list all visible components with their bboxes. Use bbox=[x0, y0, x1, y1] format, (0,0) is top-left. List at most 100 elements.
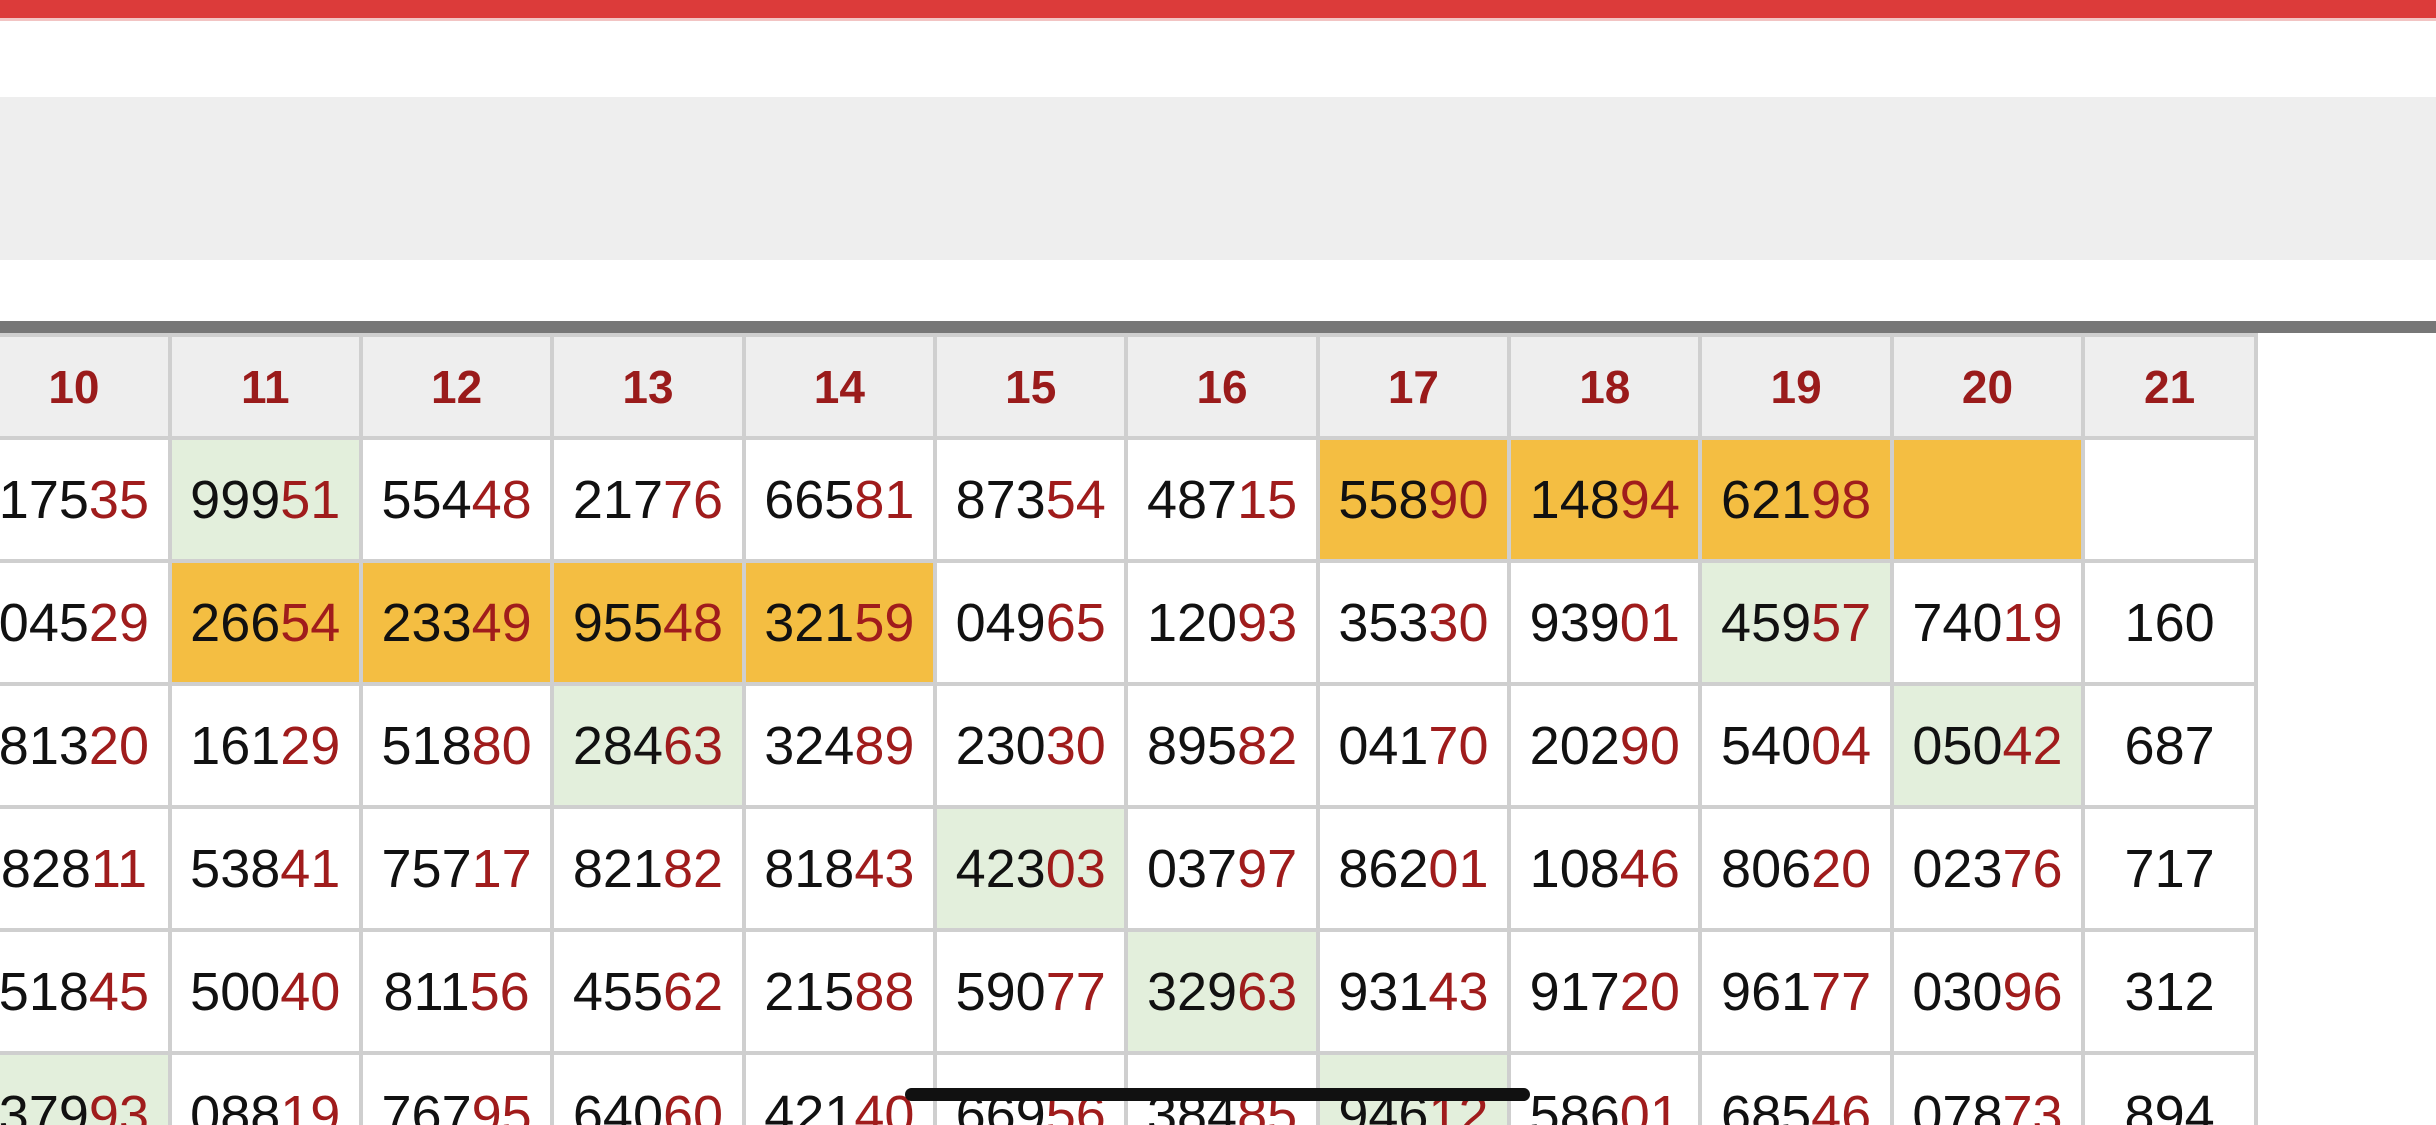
number-leading-digits: 037 bbox=[1146, 838, 1238, 899]
number-cell: 64060 bbox=[550, 1051, 746, 1125]
number-leading-digits: 284 bbox=[572, 715, 663, 776]
number-leading-digits: 050 bbox=[1912, 715, 2003, 776]
number-cell: 53841 bbox=[167, 805, 363, 932]
number-cell: 76795 bbox=[358, 1051, 555, 1125]
number-ending-digits: 11 bbox=[90, 838, 147, 899]
column-header: 11 bbox=[167, 333, 363, 440]
number-cell: 59077 bbox=[933, 928, 1129, 1055]
column-header: 17 bbox=[1315, 333, 1512, 440]
number-cell: 160 bbox=[2081, 559, 2258, 686]
number-ending-digits: 56 bbox=[469, 961, 530, 1022]
number-leading-digits: 487 bbox=[1146, 469, 1238, 530]
number-ending-digits: 03 bbox=[1045, 838, 1106, 899]
number-ending-digits: 19 bbox=[2002, 592, 2063, 653]
number-leading-digits: 353 bbox=[1338, 592, 1429, 653]
number-cell: 03096 bbox=[1889, 928, 2086, 1055]
table-row: 4045292665423349955483215904965120933533… bbox=[0, 559, 2258, 686]
number-cell: 23349 bbox=[358, 559, 555, 686]
number-ending-digits: 82 bbox=[1237, 715, 1298, 776]
number-leading-digits: 621 bbox=[1721, 469, 1812, 530]
number-ending-digits: 63 bbox=[662, 715, 724, 776]
top-accent-line bbox=[0, 18, 2436, 21]
number-ending-digits: 46 bbox=[1619, 838, 1680, 899]
column-header: 18 bbox=[1507, 333, 1703, 440]
number-cell: 58601 bbox=[1507, 1051, 1703, 1125]
number-leading-digits: 088 bbox=[190, 1084, 281, 1125]
number-leading-digits: 030 bbox=[1912, 961, 2003, 1022]
number-leading-digits: 518 bbox=[0, 961, 89, 1022]
number-ending-digits: 04 bbox=[1811, 715, 1872, 776]
results-table-viewport[interactable]: 101112131415161718192021 317535999515544… bbox=[0, 333, 2436, 1125]
number-cell: 21588 bbox=[741, 928, 938, 1055]
number-cell: 07873 bbox=[1889, 1051, 2086, 1125]
column-header: 13 bbox=[550, 333, 746, 440]
number-cell: 717 bbox=[2081, 805, 2258, 932]
number-ending-digits: 49 bbox=[471, 592, 532, 653]
number-cell: 04170 bbox=[1315, 682, 1512, 809]
number-ending-digits: 54 bbox=[1045, 469, 1106, 530]
number-ending-digits: 81 bbox=[854, 469, 915, 530]
number-cell: 66581 bbox=[741, 436, 938, 563]
number-ending-digits: 01 bbox=[1619, 1084, 1680, 1125]
number-ending-digits: 90 bbox=[1619, 715, 1680, 776]
number-leading-digits: 873 bbox=[955, 469, 1046, 530]
number-cell: 12093 bbox=[1124, 559, 1320, 686]
number-cell: 89582 bbox=[1124, 682, 1320, 809]
number-ending-digits: 29 bbox=[280, 715, 341, 776]
home-indicator[interactable] bbox=[905, 1088, 1530, 1101]
number-leading-digits: 554 bbox=[381, 469, 472, 530]
number-leading-digits: 811 bbox=[383, 961, 470, 1022]
number-cell: 04529 bbox=[0, 559, 172, 686]
number-cell: 81156 bbox=[358, 928, 555, 1055]
column-header: 21 bbox=[2081, 333, 2258, 440]
number-ending-digits: 20 bbox=[88, 715, 149, 776]
column-header: 10 bbox=[0, 333, 172, 440]
number-leading-digits: 202 bbox=[1529, 715, 1620, 776]
number-cell: 80620 bbox=[1698, 805, 1894, 932]
number-leading-digits: 895 bbox=[1146, 715, 1238, 776]
number-cell: 51845 bbox=[0, 928, 172, 1055]
header-row: 10 11 12 13 14 15 16 17 18 19 20 21 bbox=[0, 333, 2258, 440]
number-leading-digits: 931 bbox=[1338, 961, 1429, 1022]
number-cell: 54004 bbox=[1698, 682, 1894, 809]
number-ending-digits: 76 bbox=[662, 469, 724, 530]
number-leading-digits: 045 bbox=[0, 592, 89, 653]
number-leading-digits: 538 bbox=[190, 838, 281, 899]
number-cell: 96177 bbox=[1698, 928, 1894, 1055]
number-cell: 02376 bbox=[1889, 805, 2086, 932]
number-ending-digits: 63 bbox=[1237, 961, 1298, 1022]
number-ending-digits: 96 bbox=[2002, 961, 2063, 1022]
number-ending-digits: 60 bbox=[662, 1084, 724, 1125]
number-cell: 45957 bbox=[1698, 559, 1894, 686]
number-cell: 21776 bbox=[550, 436, 746, 563]
number-cell: 74019 bbox=[1889, 559, 2086, 686]
column-header: 16 bbox=[1124, 333, 1320, 440]
number-leading-digits: 894 bbox=[2124, 1084, 2215, 1125]
number-leading-digits: 955 bbox=[572, 592, 663, 653]
number-leading-digits: 917 bbox=[1529, 961, 1620, 1022]
number-ending-digits: 98 bbox=[1811, 469, 1872, 530]
number-cell: 04965 bbox=[933, 559, 1129, 686]
number-leading-digits: 266 bbox=[190, 592, 281, 653]
number-leading-digits: 685 bbox=[1721, 1084, 1812, 1125]
number-leading-digits: 518 bbox=[381, 715, 472, 776]
number-cell: 75717 bbox=[358, 805, 555, 932]
number-ending-digits: 77 bbox=[1045, 961, 1106, 1022]
number-ending-digits: 57 bbox=[1811, 592, 1872, 653]
number-leading-digits: 230 bbox=[955, 715, 1046, 776]
number-leading-digits: 023 bbox=[1912, 838, 2003, 899]
table-body: 3175359995155448217766658187354487155589… bbox=[0, 436, 2258, 1125]
number-leading-digits: 757 bbox=[381, 838, 472, 899]
number-cell: 26654 bbox=[167, 559, 363, 686]
number-leading-digits: 120 bbox=[1146, 592, 1238, 653]
number-cell: 23030 bbox=[933, 682, 1129, 809]
table-row: 3175359995155448217766658187354487155589… bbox=[0, 436, 2258, 563]
number-leading-digits: 423 bbox=[955, 838, 1046, 899]
number-leading-digits: 312 bbox=[2124, 961, 2215, 1022]
number-leading-digits: 828 bbox=[0, 838, 91, 899]
number-ending-digits: 89 bbox=[854, 715, 915, 776]
number-cell: 32159 bbox=[741, 559, 938, 686]
number-leading-digits: 590 bbox=[955, 961, 1046, 1022]
number-leading-digits: 640 bbox=[572, 1084, 663, 1125]
number-leading-digits: 813 bbox=[0, 715, 89, 776]
